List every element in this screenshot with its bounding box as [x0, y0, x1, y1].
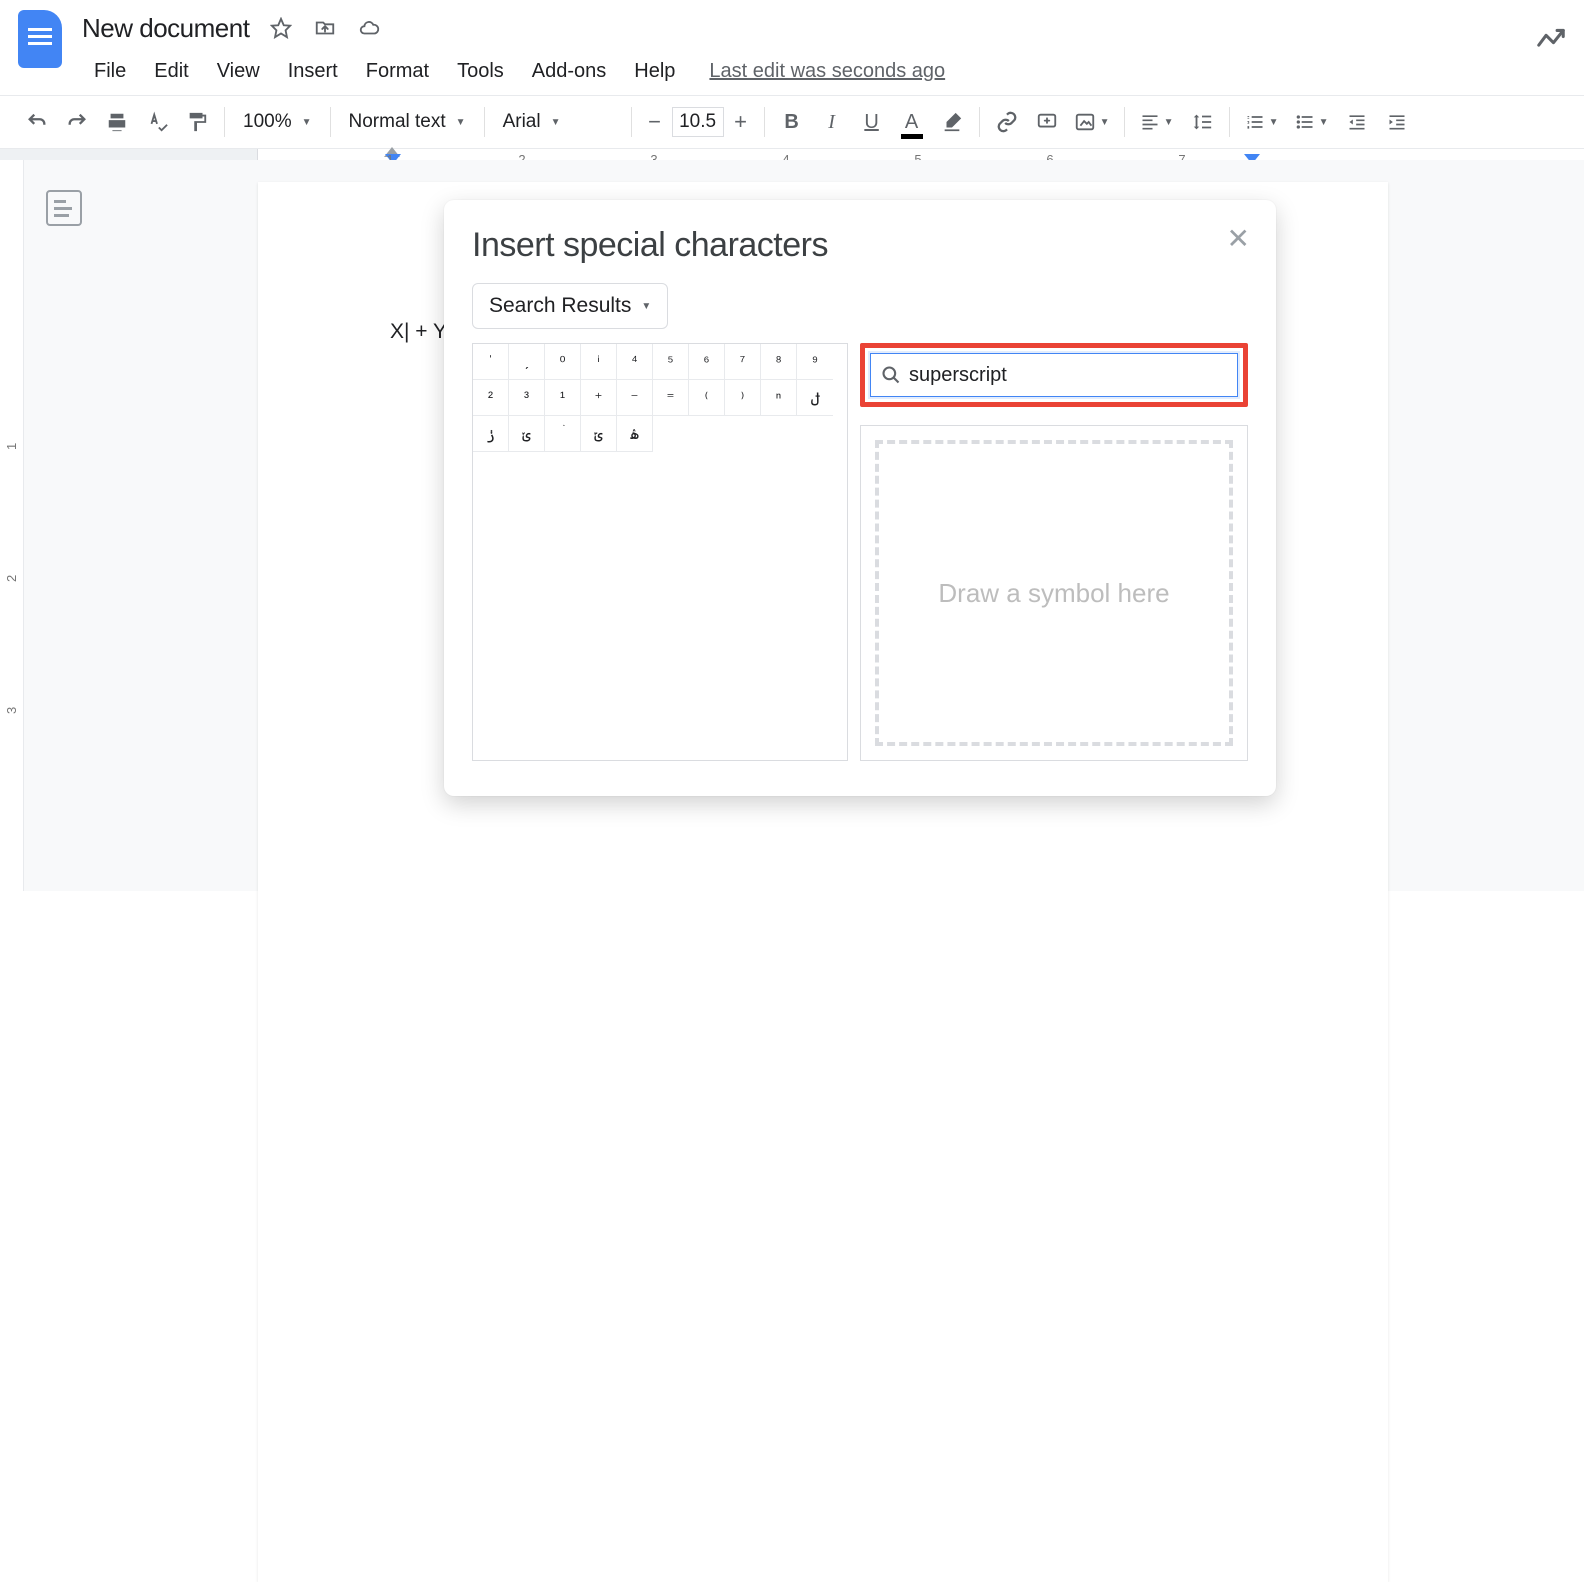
- character-cell[interactable]: ⁿ: [761, 380, 797, 416]
- chevron-down-icon: ▼: [551, 117, 561, 128]
- character-cell[interactable]: ⁷: [725, 344, 761, 380]
- special-characters-dialog: Insert special characters ✕ Search Resul…: [444, 200, 1276, 796]
- menu-edit[interactable]: Edit: [142, 54, 200, 89]
- menu-format[interactable]: Format: [354, 54, 441, 89]
- text-color-button[interactable]: A: [893, 103, 931, 141]
- character-cell[interactable]: ⁶: [689, 344, 725, 380]
- search-highlight-box: [860, 343, 1248, 407]
- vruler-number: 1: [4, 443, 19, 450]
- menu-addons[interactable]: Add-ons: [520, 54, 619, 89]
- character-cell[interactable]: ⁹: [797, 344, 833, 380]
- increase-font-size-button[interactable]: +: [726, 107, 756, 137]
- font-select[interactable]: Arial ▼: [493, 103, 623, 141]
- chevron-down-icon: ▼: [302, 117, 312, 128]
- numbered-list-button[interactable]: ▼: [1238, 103, 1286, 141]
- vruler-number: 3: [4, 707, 19, 714]
- chevron-down-icon: ▼: [456, 117, 466, 128]
- search-input-wrapper: [870, 353, 1238, 397]
- insert-link-button[interactable]: [988, 103, 1026, 141]
- toolbar: 100%▼ Normal text▼ Arial▼ − + B I U A ▼ …: [0, 95, 1584, 149]
- character-cell[interactable]: ⁾: [725, 380, 761, 416]
- character-cell[interactable]: ⁰: [545, 344, 581, 380]
- character-cell[interactable]: ۛ: [545, 416, 581, 452]
- character-cell[interactable]: ¹: [545, 380, 581, 416]
- cloud-status-icon[interactable]: [357, 16, 381, 40]
- outline-toggle-button[interactable]: [46, 190, 82, 226]
- last-edit-link[interactable]: Last edit was seconds ago: [709, 60, 945, 83]
- move-icon[interactable]: [313, 16, 337, 40]
- close-icon[interactable]: ✕: [1227, 222, 1250, 255]
- vruler-number: 2: [4, 575, 19, 582]
- search-icon: [881, 365, 901, 385]
- chevron-down-icon: ▼: [641, 301, 651, 312]
- menu-view[interactable]: View: [205, 54, 272, 89]
- spellcheck-button[interactable]: [138, 103, 176, 141]
- document-title[interactable]: New document: [82, 13, 249, 44]
- character-cell[interactable]: ⁱ: [581, 344, 617, 380]
- docs-logo-icon[interactable]: [18, 10, 62, 68]
- character-cell[interactable]: ⁽: [689, 380, 725, 416]
- character-cell[interactable]: ۿ: [617, 416, 653, 452]
- character-cell[interactable]: ݫ: [473, 416, 509, 452]
- vertical-ruler[interactable]: 1 2 3: [0, 160, 24, 891]
- character-results-panel: ˈˏ⁰ⁱ⁴⁵⁶⁷⁸⁹ ²³¹⁺⁻⁼⁽⁾ⁿݪ ݫݵۛݶۿ: [472, 343, 848, 761]
- line-spacing-button[interactable]: [1183, 103, 1221, 141]
- character-cell[interactable]: ⁸: [761, 344, 797, 380]
- character-cell[interactable]: ⁻: [617, 380, 653, 416]
- print-button[interactable]: [98, 103, 136, 141]
- decrease-font-size-button[interactable]: −: [640, 107, 670, 137]
- character-cell[interactable]: ݪ: [797, 380, 833, 416]
- zoom-select[interactable]: 100% ▼: [233, 103, 322, 141]
- category-dropdown[interactable]: Search Results ▼: [472, 283, 668, 329]
- undo-button[interactable]: [18, 103, 56, 141]
- style-value: Normal text: [349, 111, 446, 133]
- paint-format-button[interactable]: [178, 103, 216, 141]
- zoom-value: 100%: [243, 111, 292, 133]
- chevron-down-icon: ▼: [1164, 117, 1174, 128]
- font-value: Arial: [503, 111, 541, 133]
- add-comment-button[interactable]: [1028, 103, 1066, 141]
- menu-file[interactable]: File: [82, 54, 138, 89]
- character-cell[interactable]: ³: [509, 380, 545, 416]
- character-cell[interactable]: ݵ: [509, 416, 545, 452]
- highlight-button[interactable]: [933, 103, 971, 141]
- italic-button[interactable]: I: [813, 103, 851, 141]
- character-cell[interactable]: ⁼: [653, 380, 689, 416]
- character-cell[interactable]: ˈ: [473, 344, 509, 380]
- menu-insert[interactable]: Insert: [276, 54, 350, 89]
- character-cell[interactable]: ˏ: [509, 344, 545, 380]
- chevron-down-icon: ▼: [1100, 117, 1110, 128]
- document-body[interactable]: X| + Y: [390, 320, 447, 344]
- underline-button[interactable]: U: [853, 103, 891, 141]
- draw-placeholder: Draw a symbol here: [938, 578, 1169, 609]
- character-cell[interactable]: ⁵: [653, 344, 689, 380]
- chevron-down-icon: ▼: [1319, 117, 1329, 128]
- insert-image-button[interactable]: ▼: [1068, 103, 1116, 141]
- align-button[interactable]: ▼: [1133, 103, 1181, 141]
- increase-indent-button[interactable]: [1378, 103, 1416, 141]
- character-cell[interactable]: ²: [473, 380, 509, 416]
- category-label: Search Results: [489, 294, 631, 318]
- dialog-title: Insert special characters: [472, 226, 1248, 265]
- menu-help[interactable]: Help: [622, 54, 687, 89]
- activity-icon[interactable]: [1536, 28, 1566, 50]
- font-size-input[interactable]: [672, 107, 724, 137]
- search-input[interactable]: [909, 364, 1227, 387]
- star-icon[interactable]: [269, 16, 293, 40]
- draw-symbol-area[interactable]: Draw a symbol here: [860, 425, 1248, 761]
- decrease-indent-button[interactable]: [1338, 103, 1376, 141]
- character-cell[interactable]: ⁺: [581, 380, 617, 416]
- character-cell[interactable]: ⁴: [617, 344, 653, 380]
- paragraph-style-select[interactable]: Normal text ▼: [339, 103, 476, 141]
- menu-tools[interactable]: Tools: [445, 54, 516, 89]
- bulleted-list-button[interactable]: ▼: [1288, 103, 1336, 141]
- chevron-down-icon: ▼: [1269, 117, 1279, 128]
- redo-button[interactable]: [58, 103, 96, 141]
- bold-button[interactable]: B: [773, 103, 811, 141]
- character-cell[interactable]: ݶ: [581, 416, 617, 452]
